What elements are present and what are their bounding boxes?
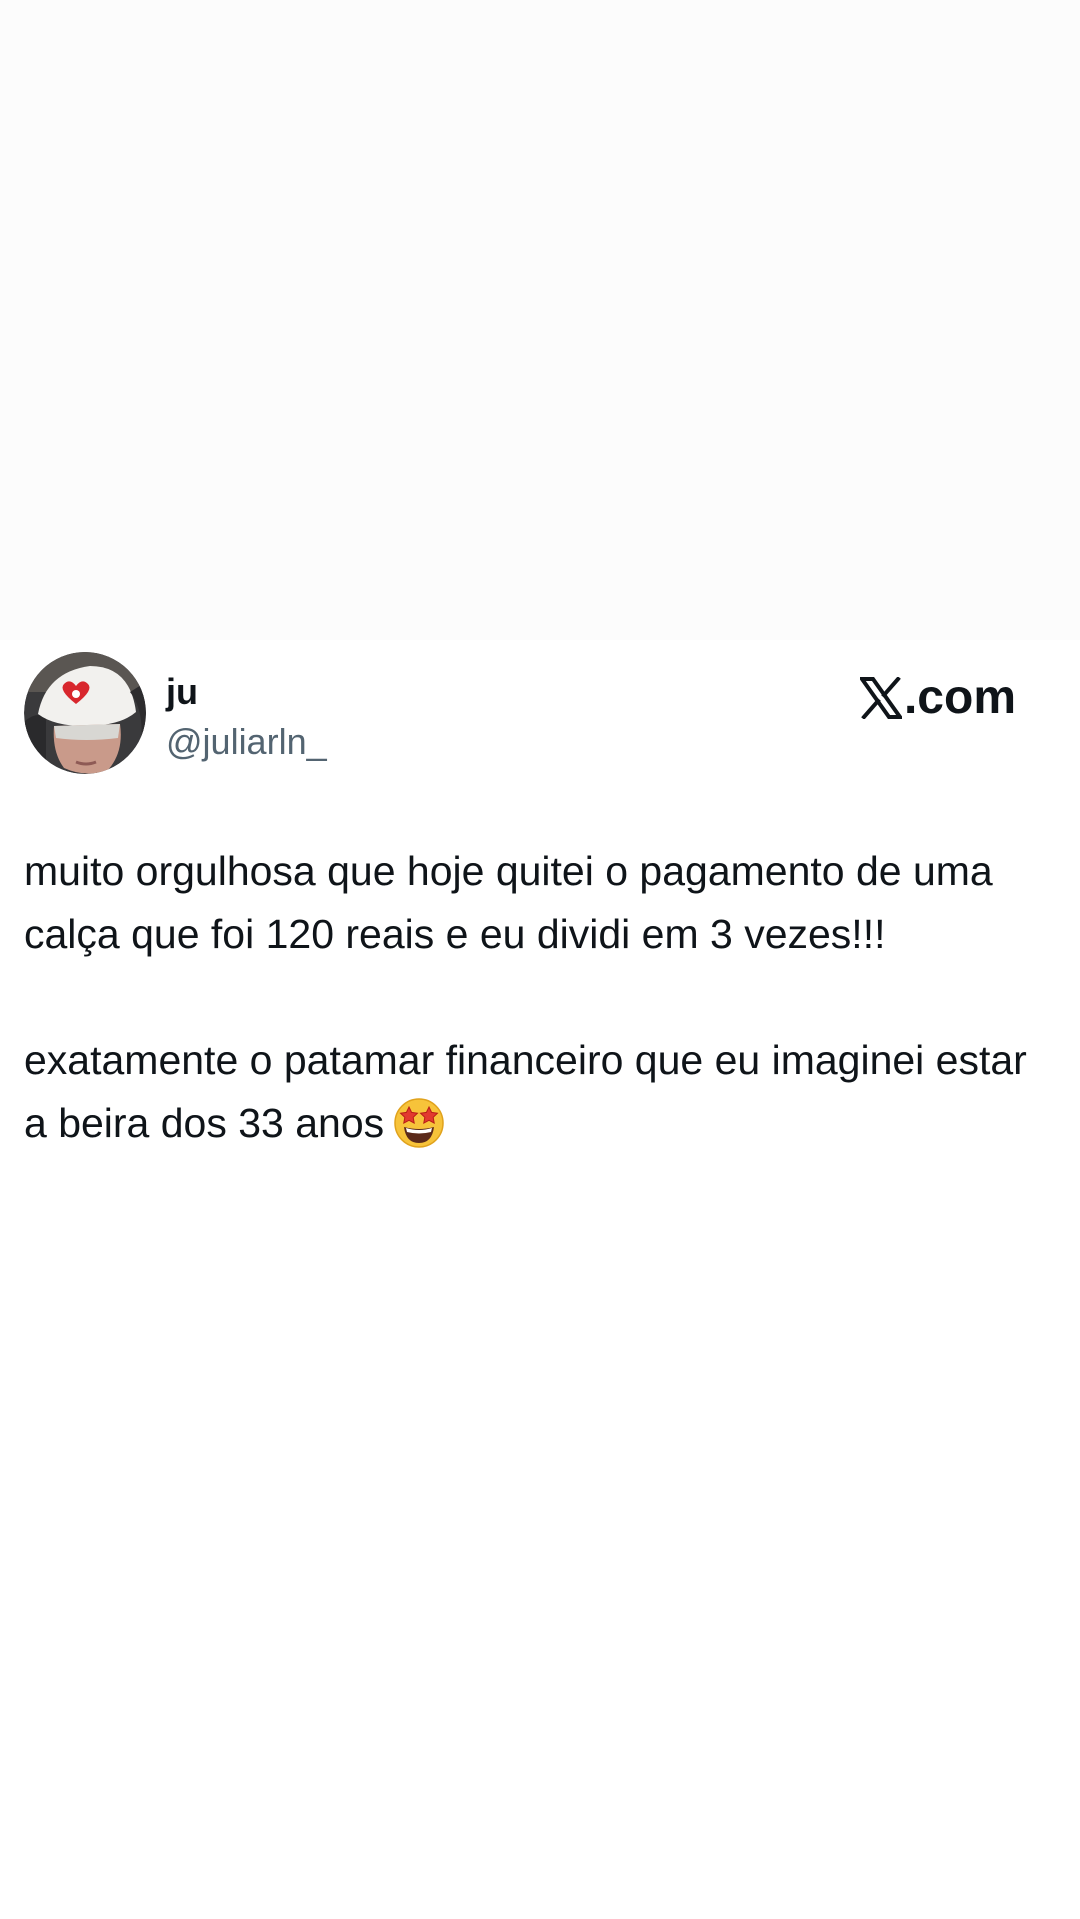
brand-logo: .com (859, 670, 1016, 726)
tweet-paragraph-text: exatamente o patamar financeiro que eu i… (24, 1037, 1027, 1146)
tweet-text: muito orgulhosa que hoje quitei o pagame… (24, 840, 1044, 1155)
brand-domain-suffix: .com (903, 671, 1016, 724)
tweet-paragraph: muito orgulhosa que hoje quitei o pagame… (24, 848, 993, 957)
avatar[interactable] (24, 652, 146, 774)
blank-area (0, 0, 1080, 640)
page: ju @juliarln_ .com muito orgulhosa que h… (0, 0, 1080, 1919)
star-struck-emoji-icon (394, 1098, 444, 1148)
display-name[interactable]: ju (166, 670, 198, 714)
tweet-card: ju @juliarln_ .com muito orgulhosa que h… (0, 640, 1080, 1240)
user-handle[interactable]: @juliarln_ (166, 720, 327, 764)
x-logo-icon (859, 677, 902, 719)
tweet-paragraph: exatamente o patamar financeiro que eu i… (24, 1029, 1044, 1155)
profile-photo-avatar-icon (24, 652, 146, 774)
